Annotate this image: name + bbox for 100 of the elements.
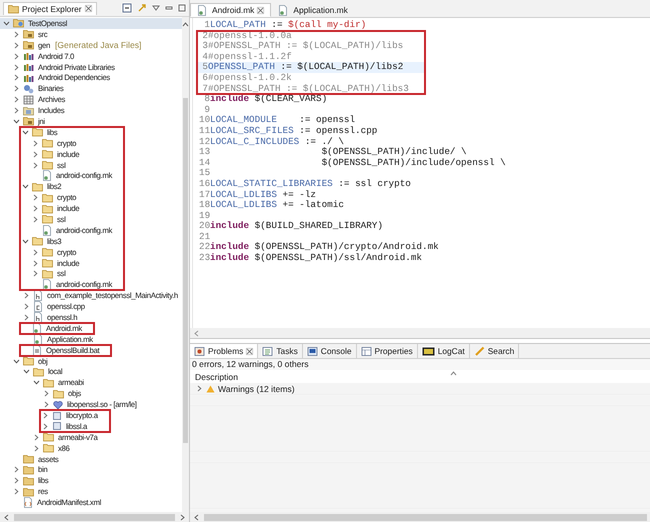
makefile-icon bbox=[42, 170, 52, 182]
chevron-down-icon[interactable] bbox=[23, 368, 30, 376]
chevron-down-icon[interactable] bbox=[22, 183, 29, 190]
code-line: 14 $(OPENSSL_PATH)/include/openssl \ bbox=[199, 158, 507, 168]
chevron-right-icon[interactable] bbox=[42, 412, 49, 419]
includes-icon bbox=[23, 106, 34, 116]
horizontal-scrollbar[interactable] bbox=[190, 328, 650, 338]
horizontal-scrollbar[interactable] bbox=[0, 512, 189, 522]
makefile-icon bbox=[42, 279, 52, 290]
close-icon[interactable] bbox=[84, 5, 92, 12]
folder-icon bbox=[42, 204, 53, 214]
folder-icon bbox=[8, 4, 19, 14]
chevron-right-icon[interactable] bbox=[43, 390, 50, 398]
editor-tab[interactable]: Android.mk bbox=[190, 3, 272, 17]
code-line: 19 bbox=[199, 210, 210, 222]
chevron-down-icon[interactable] bbox=[22, 238, 29, 245]
chevron-right-icon[interactable] bbox=[13, 466, 20, 474]
maximize-icon[interactable] bbox=[178, 4, 186, 12]
scroll-right-icon[interactable] bbox=[179, 514, 186, 520]
books-icon bbox=[23, 72, 34, 83]
code-line: 12LOCAL_C_INCLUDES := ./ \ bbox=[199, 136, 345, 147]
library-file-icon bbox=[52, 421, 62, 432]
chevron-right-icon[interactable] bbox=[32, 260, 39, 267]
folder-icon bbox=[42, 214, 53, 224]
view-tab[interactable]: Project Explorer bbox=[3, 2, 97, 14]
horizontal-scrollbar[interactable] bbox=[190, 512, 650, 522]
chevron-down-icon[interactable] bbox=[13, 358, 20, 365]
chevron-right-icon[interactable] bbox=[13, 42, 20, 49]
header-file-icon bbox=[33, 290, 43, 302]
chevron-right-icon[interactable] bbox=[32, 150, 39, 158]
chevron-down-icon[interactable] bbox=[13, 118, 20, 125]
sort-caret-icon[interactable] bbox=[450, 371, 457, 376]
chevron-right-icon[interactable] bbox=[13, 30, 20, 38]
panel-tab[interactable]: Problems bbox=[190, 344, 258, 358]
folder-icon bbox=[23, 486, 34, 497]
library-file-icon bbox=[52, 410, 62, 420]
chevron-right-icon[interactable] bbox=[32, 162, 39, 169]
logcat-icon bbox=[422, 346, 435, 356]
chevron-right-icon[interactable] bbox=[23, 303, 30, 310]
chevron-right-icon[interactable] bbox=[13, 488, 20, 496]
package-folder-icon bbox=[23, 29, 34, 40]
chevron-right-icon[interactable] bbox=[13, 52, 20, 60]
chevron-down-icon[interactable] bbox=[3, 20, 10, 27]
folder-icon bbox=[43, 443, 54, 454]
code-line: 16LOCAL_STATIC_LIBRARIES := ssl crypto bbox=[199, 178, 412, 190]
scroll-left-icon[interactable] bbox=[193, 514, 200, 520]
vertical-scrollbar[interactable] bbox=[182, 17, 189, 512]
editor-tab[interactable]: Application.mk bbox=[271, 3, 355, 17]
panel-tab[interactable]: Search bbox=[470, 344, 520, 358]
makefile-icon bbox=[197, 4, 207, 16]
chevron-right-icon[interactable] bbox=[23, 314, 30, 321]
chevron-right-icon[interactable] bbox=[33, 434, 40, 441]
chevron-right-icon[interactable] bbox=[32, 248, 39, 256]
package-folder-icon bbox=[23, 40, 34, 50]
chevron-right-icon[interactable] bbox=[33, 444, 40, 452]
code-line: 1LOCAL_PATH := $(call my-dir) bbox=[203, 20, 368, 31]
folder-icon bbox=[42, 138, 53, 148]
panel-tab[interactable]: Console bbox=[302, 344, 357, 358]
chevron-right-icon[interactable] bbox=[32, 216, 39, 223]
panel-tab[interactable]: Tasks bbox=[258, 344, 303, 358]
scroll-left-icon[interactable] bbox=[193, 330, 200, 336]
folder-icon bbox=[42, 192, 53, 203]
close-icon[interactable] bbox=[257, 6, 264, 14]
chevron-right-icon[interactable] bbox=[13, 96, 20, 104]
problems-icon bbox=[194, 346, 205, 356]
folder-icon bbox=[23, 356, 34, 366]
chevron-right-icon[interactable] bbox=[196, 385, 203, 392]
chevron-right-icon[interactable] bbox=[13, 64, 20, 70]
panel-tab[interactable]: Properties bbox=[356, 344, 418, 358]
chevron-right-icon[interactable] bbox=[32, 194, 39, 202]
folder-icon bbox=[42, 268, 53, 279]
minimize-icon[interactable] bbox=[165, 4, 173, 12]
chevron-right-icon[interactable] bbox=[32, 205, 39, 212]
project-icon bbox=[13, 18, 24, 28]
problem-group-row[interactable]: Warnings (12 items) bbox=[190, 383, 650, 394]
scroll-left-icon[interactable] bbox=[3, 514, 10, 520]
code-line: 11LOCAL_SRC_FILES := openssl.cpp bbox=[199, 126, 378, 137]
chevron-right-icon[interactable] bbox=[32, 140, 39, 147]
chevron-right-icon[interactable] bbox=[23, 292, 30, 300]
view-menu-icon[interactable] bbox=[152, 5, 160, 11]
chevron-right-icon[interactable] bbox=[13, 85, 20, 92]
chevron-right-icon[interactable] bbox=[13, 477, 20, 484]
code-line: 15 bbox=[199, 168, 212, 179]
code-line: 17LOCAL_LDLIBS += -lz bbox=[199, 190, 318, 200]
collapse-all-icon[interactable] bbox=[122, 3, 132, 13]
close-icon[interactable] bbox=[246, 348, 254, 354]
folder-icon bbox=[43, 432, 54, 442]
chevron-down-icon[interactable] bbox=[22, 128, 29, 136]
chevron-right-icon[interactable] bbox=[32, 270, 39, 278]
chevron-right-icon[interactable] bbox=[43, 401, 50, 408]
folder-icon bbox=[32, 127, 43, 138]
chevron-down-icon[interactable] bbox=[33, 379, 40, 386]
code-line: 10LOCAL_MODULE := openssl bbox=[199, 115, 356, 126]
code-line: 23include $(OPENSSL_PATH)/ssl/Android.mk bbox=[199, 253, 424, 264]
chevron-right-icon[interactable] bbox=[42, 422, 49, 430]
scroll-up-icon[interactable] bbox=[182, 21, 189, 28]
panel-tab[interactable]: LogCat bbox=[418, 344, 470, 358]
chevron-right-icon[interactable] bbox=[13, 74, 20, 82]
chevron-right-icon[interactable] bbox=[13, 107, 20, 114]
column-header[interactable]: Description bbox=[195, 372, 238, 382]
